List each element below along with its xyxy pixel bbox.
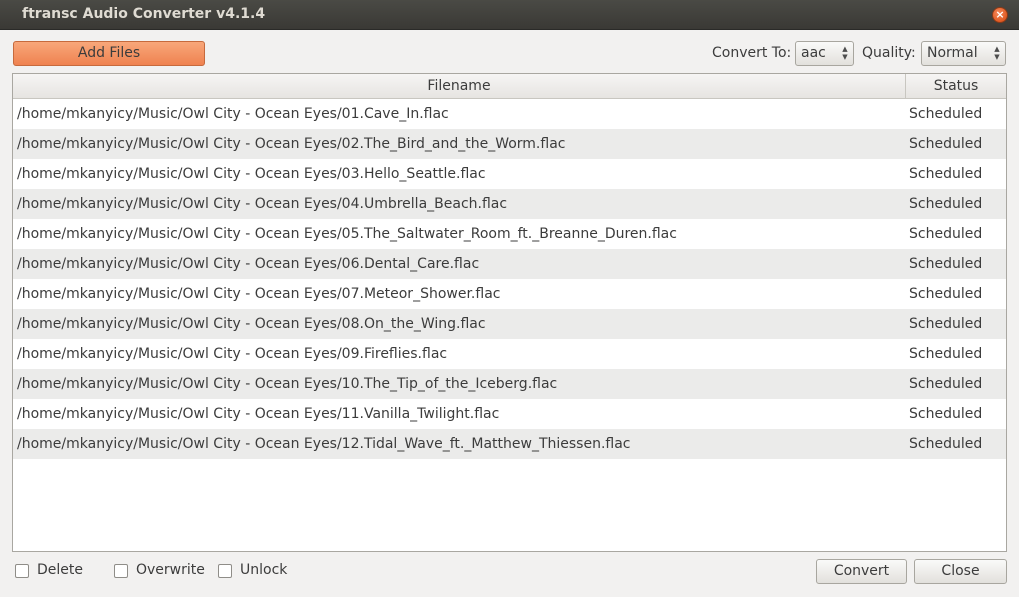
status-cell: Scheduled	[909, 376, 983, 392]
filename-cell: /home/mkanyicy/Music/Owl City - Ocean Ey…	[17, 286, 501, 302]
filename-cell: /home/mkanyicy/Music/Owl City - Ocean Ey…	[17, 196, 508, 212]
table-row[interactable]: /home/mkanyicy/Music/Owl City - Ocean Ey…	[13, 159, 1006, 189]
status-cell: Scheduled	[909, 436, 983, 452]
filename-cell: /home/mkanyicy/Music/Owl City - Ocean Ey…	[17, 406, 500, 422]
table-row[interactable]: /home/mkanyicy/Music/Owl City - Ocean Ey…	[13, 219, 1006, 249]
quality-select[interactable]: Normal ▲ ▼	[921, 41, 1006, 66]
add-files-button[interactable]: Add Files	[13, 41, 205, 66]
list-header: Filename Status	[13, 74, 1006, 99]
column-header-status[interactable]: Status	[906, 74, 1006, 98]
format-select-value: aac	[801, 45, 826, 61]
filename-cell: /home/mkanyicy/Music/Owl City - Ocean Ey…	[17, 376, 558, 392]
overwrite-label[interactable]: Overwrite	[136, 562, 205, 578]
status-cell: Scheduled	[909, 346, 983, 362]
table-row[interactable]: /home/mkanyicy/Music/Owl City - Ocean Ey…	[13, 309, 1006, 339]
table-row[interactable]: /home/mkanyicy/Music/Owl City - Ocean Ey…	[13, 399, 1006, 429]
table-row[interactable]: /home/mkanyicy/Music/Owl City - Ocean Ey…	[13, 129, 1006, 159]
quality-select-value: Normal	[927, 45, 978, 61]
table-row[interactable]: /home/mkanyicy/Music/Owl City - Ocean Ey…	[13, 369, 1006, 399]
filename-cell: /home/mkanyicy/Music/Owl City - Ocean Ey…	[17, 106, 449, 122]
status-cell: Scheduled	[909, 106, 983, 122]
filename-cell: /home/mkanyicy/Music/Owl City - Ocean Ey…	[17, 256, 480, 272]
status-cell: Scheduled	[909, 406, 983, 422]
status-cell: Scheduled	[909, 226, 983, 242]
status-cell: Scheduled	[909, 286, 983, 302]
status-cell: Scheduled	[909, 196, 983, 212]
unlock-checkbox[interactable]	[218, 564, 232, 578]
table-row[interactable]: /home/mkanyicy/Music/Owl City - Ocean Ey…	[13, 189, 1006, 219]
spin-arrows-icon: ▲ ▼	[842, 45, 848, 61]
status-cell: Scheduled	[909, 166, 983, 182]
filename-cell: /home/mkanyicy/Music/Owl City - Ocean Ey…	[17, 346, 448, 362]
file-list[interactable]: Filename Status /home/mkanyicy/Music/Owl…	[12, 73, 1007, 552]
unlock-label[interactable]: Unlock	[240, 562, 287, 578]
window-title: ftransc Audio Converter v4.1.4	[22, 6, 266, 22]
table-row[interactable]: /home/mkanyicy/Music/Owl City - Ocean Ey…	[13, 99, 1006, 129]
convert-to-label: Convert To:	[712, 45, 792, 61]
close-button[interactable]: Close	[914, 559, 1007, 584]
filename-cell: /home/mkanyicy/Music/Owl City - Ocean Ey…	[17, 436, 631, 452]
delete-checkbox[interactable]	[15, 564, 29, 578]
table-row[interactable]: /home/mkanyicy/Music/Owl City - Ocean Ey…	[13, 249, 1006, 279]
table-row[interactable]: /home/mkanyicy/Music/Owl City - Ocean Ey…	[13, 339, 1006, 369]
status-cell: Scheduled	[909, 316, 983, 332]
spin-arrows-icon: ▲ ▼	[994, 45, 1000, 61]
table-row[interactable]: /home/mkanyicy/Music/Owl City - Ocean Ey…	[13, 279, 1006, 309]
filename-cell: /home/mkanyicy/Music/Owl City - Ocean Ey…	[17, 316, 486, 332]
filename-cell: /home/mkanyicy/Music/Owl City - Ocean Ey…	[17, 226, 677, 242]
filename-cell: /home/mkanyicy/Music/Owl City - Ocean Ey…	[17, 136, 566, 152]
format-select[interactable]: aac ▲ ▼	[795, 41, 854, 66]
status-cell: Scheduled	[909, 136, 983, 152]
overwrite-checkbox[interactable]	[114, 564, 128, 578]
table-row[interactable]: /home/mkanyicy/Music/Owl City - Ocean Ey…	[13, 429, 1006, 459]
filename-cell: /home/mkanyicy/Music/Owl City - Ocean Ey…	[17, 166, 486, 182]
column-header-filename[interactable]: Filename	[13, 74, 906, 98]
window-close-icon[interactable]: ×	[992, 7, 1008, 23]
status-cell: Scheduled	[909, 256, 983, 272]
quality-label: Quality:	[862, 45, 916, 61]
delete-label[interactable]: Delete	[37, 562, 83, 578]
title-bar: ftransc Audio Converter v4.1.4 ×	[0, 0, 1019, 30]
convert-button[interactable]: Convert	[816, 559, 907, 584]
